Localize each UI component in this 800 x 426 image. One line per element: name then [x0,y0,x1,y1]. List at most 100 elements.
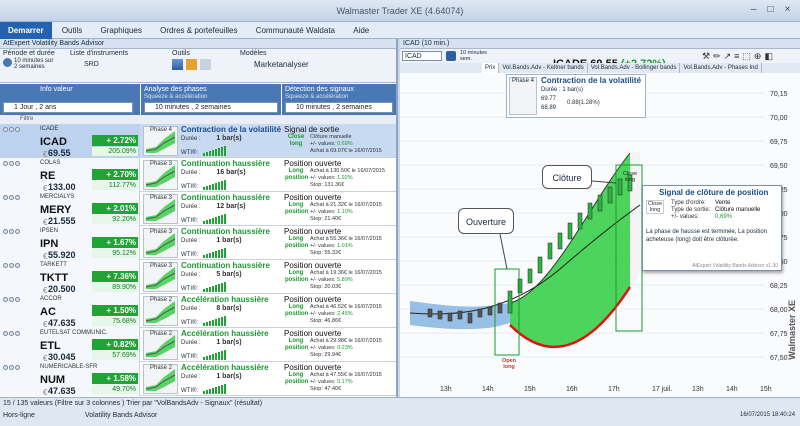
tab-prix[interactable]: Prix [482,63,500,73]
table-row[interactable]: ACCOR AC €47.635 + 1.50% 75.68% Phase 2 Accélé… [0,294,396,329]
x-axis-tick: 13h [440,386,452,393]
chart-type-icon[interactable] [446,51,456,61]
drawing-tools-icons[interactable]: ⚒✏↗≡⬚⊕◧ [702,51,776,62]
x-axis-tick: 16h [566,386,578,393]
phase-cell: Phase 4 Contraction de la volatilité Durée… [141,124,281,158]
filter-label[interactable]: Filtre [20,116,33,122]
period-selector[interactable]: 10 minutes sem. [460,50,500,62]
signal-cell: Position ouverte Long position Achat à 29.… [282,328,396,362]
phase-bar [206,152,209,156]
tab-keltner[interactable]: Vol.Bands.Adv - Keltner bands [499,63,588,73]
instrument-price: 21.555 [48,216,76,226]
signal-info: Achat à 130.50€ le 16/07/2015 +/- values:… [310,168,385,188]
signal-position-badge[interactable]: Long position [285,270,308,284]
signal-title: Position ouverte [284,227,342,236]
table-row[interactable]: COLAS RE €133.00 + 2.70% 112.77% Phase 3 Conti… [0,158,396,193]
minimize-button[interactable]: – [747,4,760,17]
phase-bar [218,182,221,190]
price-candle [497,302,503,314]
tab-bollinger[interactable]: Vol.Bands.Adv - Bollinger bands [588,63,681,73]
phase-bar [203,221,206,224]
wti-label: WTI®: [181,150,199,156]
advisor-panel-title: AtExpert Volatility Bands Advisor [0,39,396,49]
signal-entry: Achat à 46.52€ le 16/07/2015 [310,304,382,310]
menu-aide[interactable]: Aide [345,22,377,39]
period-value[interactable]: 10 minutes sur 2 semaines [14,58,58,70]
price-chart[interactable]: 70,1570,0069,7569,5069,2569,0068,7568,50… [400,73,800,397]
table-row[interactable]: ICADE ICAD €69.55 + 2.72% 205.09% Phase 4 Cont… [0,124,396,159]
phase-bar [218,386,221,394]
column-select[interactable]: 1 Jour , 2 ans [3,102,133,113]
instrument-ticker[interactable]: NUM [40,374,65,386]
column-select[interactable]: 10 minutes , 2 semaines [144,102,278,113]
signal-position-badge[interactable]: Long position [285,338,308,352]
instrument-ticker[interactable]: ICAD [40,136,67,148]
instrument-ticker[interactable]: RE [40,170,55,182]
signal-info: Achat à 55.36€ le 16/07/2015 +/- values: … [310,236,382,256]
signal-title: Position ouverte [284,363,342,372]
instrument-price: 133.00 [48,182,76,192]
x-axis-tick: 15h [524,386,536,393]
menu-communaute[interactable]: Communauté Waldata [248,22,343,39]
menu-outils[interactable]: Outils [54,22,90,39]
instrument-ticker[interactable]: MERY [40,204,71,216]
phase-bar [206,356,209,360]
window-title-bar: Walmaster Trader XE (4.64074) – □ × [0,0,800,22]
chart-phase-label: Phase 4 [509,77,537,115]
signal-cell: Position ouverte Long position Achat à 21.… [282,192,396,226]
phase-bar [212,150,215,156]
table-row[interactable]: TARKETT TKTT €20.500 + 7.36% 89.90% Phase 3 Co… [0,260,396,295]
table-row[interactable]: EUTELSAT COMMUNIC. ETL €30.045 + 0.82% 57.69… [0,328,396,363]
menu-ordres[interactable]: Ordres & portefeuilles [152,22,245,39]
column-label: Détection des signaux [285,86,354,93]
close-button[interactable]: × [781,4,794,17]
signal-position-badge[interactable]: Long position [285,236,308,250]
signal-title: Position ouverte [284,193,342,202]
instrument-ticker[interactable]: IPN [40,238,58,250]
symbol-input[interactable]: ICAD [402,51,442,61]
table-row[interactable]: IPSEN IPN €55.920 + 1.67% 95.12% Phase 3 Conti… [0,226,396,261]
list-value[interactable]: SRD [70,61,128,68]
performance-value: 112.77% [92,181,138,190]
columns-icon[interactable] [200,59,211,70]
menu-graphiques[interactable]: Graphiques [93,22,150,39]
table-row[interactable]: NUMERICABLE-SFR NUM €47.635 + 1.58% 49.70% Ph… [0,362,396,397]
instrument-ticker[interactable]: AC [40,306,56,318]
price-candle [567,222,573,240]
instrument-ticker[interactable]: TKTT [40,272,68,284]
signal-variation: 1.92% [337,175,353,181]
phase-thumbnail: Phase 2 [143,296,178,326]
phase-bars: WTI®: [181,350,227,360]
phase-bar [209,321,212,326]
row-status-icons [3,161,20,166]
signal-position-badge[interactable]: Long position [285,202,308,216]
sort-icon[interactable] [186,59,197,70]
instrument-ticker[interactable]: ETL [40,340,61,352]
column-select[interactable]: 10 minutes , 2 semaines [285,102,393,113]
y-axis-tick: 68,25 [770,283,788,290]
maximize-button[interactable]: □ [764,4,777,17]
tab-phases[interactable]: Vol.Bands.Adv - Phases Ind [680,63,762,73]
phase-bars: WTI®: [181,282,227,292]
phase-bar [215,319,218,326]
y-axis-tick: 70,15 [770,91,788,98]
signal-position-badge[interactable]: Long position [285,168,308,182]
phase-bar [218,148,221,156]
chart-phase-title: Contraction de la volatilité [541,76,642,85]
phase-duration: Durée : 1 bar(s) [181,135,242,142]
table-row[interactable]: MERCIALYS MERY €21.555 + 2.01% 92.20% Phase 3… [0,192,396,227]
signal-stop: Stop: 46.86€ [310,318,342,324]
signal-position-badge[interactable]: Close long [285,134,307,148]
phase-bar [206,390,209,394]
signal-position-badge[interactable]: Long position [285,304,308,318]
price-candle [487,306,493,316]
status-count: 15 / 135 valeurs (Filtre sur 3 colonnes … [3,400,263,407]
phase-bar [215,387,218,394]
menu-bar: Demarrer Outils Graphiques Ordres & port… [0,22,800,39]
filter-icon[interactable] [172,59,183,70]
menu-demarrer[interactable]: Demarrer [0,22,52,39]
models-value[interactable]: Marketanalyser [240,60,309,69]
phase-bar [221,249,224,258]
phase-bar [215,183,218,190]
signal-position-badge[interactable]: Long position [285,372,308,386]
